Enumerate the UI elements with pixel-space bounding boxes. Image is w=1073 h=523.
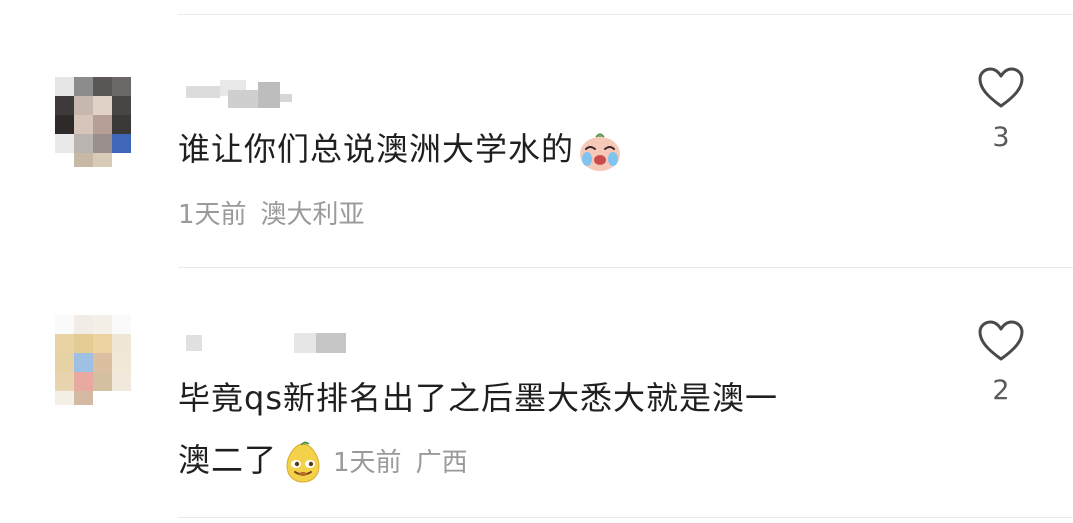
like-button[interactable]: 2 [970, 319, 1032, 406]
comment-location: 澳大利亚 [260, 200, 365, 230]
comment-text-line-2: 澳二了 [178, 441, 278, 479]
bottom-divider [178, 517, 1073, 518]
smug-pear-emoji-icon [286, 441, 320, 483]
comment-text-content: 谁让你们总说澳洲大学水的 [178, 130, 575, 168]
comment-text-continued: 澳二了 1天前 广西 [178, 434, 482, 489]
top-divider [178, 14, 1073, 15]
like-count: 3 [992, 122, 1010, 153]
avatar[interactable] [55, 315, 131, 405]
comment-time: 1天前 [333, 448, 402, 478]
comment-divider [178, 267, 1073, 268]
like-button[interactable]: 3 [970, 66, 1032, 153]
comment-text: 谁让你们总说澳洲大学水的 [178, 123, 622, 175]
crying-emoji-icon [580, 133, 621, 171]
heart-icon [978, 67, 1024, 108]
comment-text-line-1: 毕竟qs新排名出了之后墨大悉大就是澳一 [178, 379, 778, 417]
heart-icon [978, 320, 1024, 361]
like-count: 2 [992, 375, 1010, 406]
comment-text: 毕竟qs新排名出了之后墨大悉大就是澳一 [178, 372, 778, 424]
comment-location: 广西 [415, 448, 468, 478]
avatar[interactable] [55, 77, 131, 167]
comment-meta: 1天前 澳大利亚 [178, 194, 379, 231]
comment-meta: 1天前 广西 [333, 448, 482, 478]
comment-time: 1天前 [178, 200, 247, 230]
